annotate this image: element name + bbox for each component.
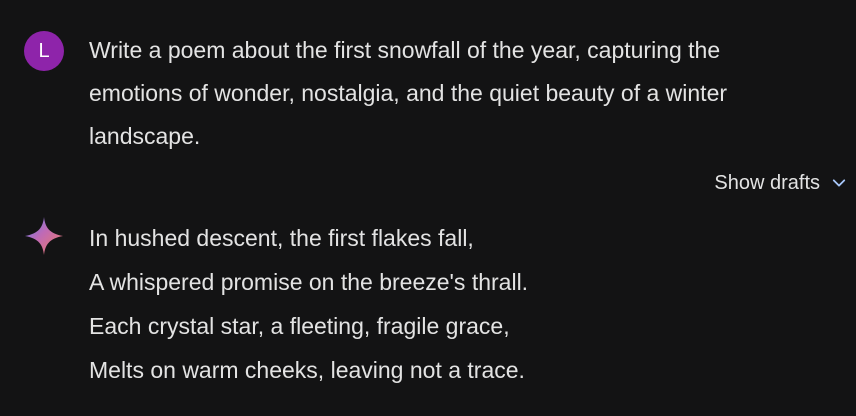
chevron-down-icon <box>832 179 846 187</box>
poem-line: A whispered promise on the breeze's thra… <box>89 269 529 295</box>
poem-lines: In hushed descent, the first flakes fall… <box>89 216 528 392</box>
sparkle-icon <box>25 217 63 255</box>
show-drafts-label: Show drafts <box>714 171 820 194</box>
poem-line: Each crystal star, a fleeting, fragile g… <box>89 313 510 339</box>
user-prompt-text: Write a poem about the first snowfall of… <box>89 37 728 149</box>
user-avatar[interactable]: L <box>24 31 64 71</box>
poem-line: In hushed descent, the first flakes fall… <box>89 225 474 251</box>
poem-line: Melts on warm cheeks, leaving not a trac… <box>89 357 525 383</box>
show-drafts-button[interactable]: Show drafts <box>714 166 848 200</box>
